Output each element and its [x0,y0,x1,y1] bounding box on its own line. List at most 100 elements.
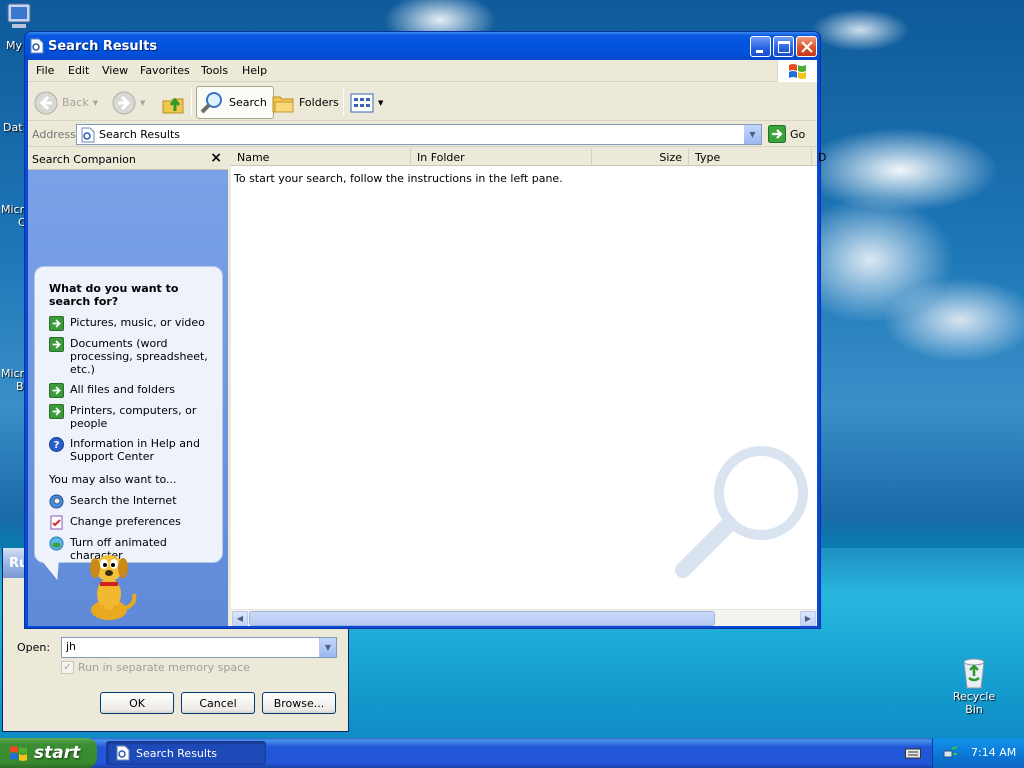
preferences-icon [50,515,63,530]
option-pictures-label: Pictures, music, or video [70,316,205,329]
magnifier-watermark-icon [675,446,808,578]
option-search-internet[interactable]: Search the Internet [49,494,219,509]
results-list[interactable]: Name In Folder Size Type D To start your… [231,148,826,626]
internet-search-icon [49,494,64,509]
option-pictures[interactable]: Pictures, music, or video [49,316,219,331]
help-question-icon: ? [49,437,64,452]
search-label: Search [229,96,267,109]
column-header-in-folder[interactable]: In Folder [411,148,592,166]
search-button[interactable]: Search [196,86,274,119]
run-open-input[interactable]: jh ▼ [61,637,337,658]
option-documents-label: Documents (word processing, spreadsheet,… [70,337,208,376]
option-printers[interactable]: Printers, computers, or people [49,404,219,430]
option-change-preferences[interactable]: Change preferences [49,515,219,530]
network-icon[interactable] [943,745,959,761]
menu-favorites[interactable]: Favorites [140,64,190,77]
menu-view[interactable]: View [102,64,128,77]
address-value: Search Results [99,128,181,141]
column-header-size[interactable]: Size [592,148,689,166]
also-want-label: You may also want to... [49,473,177,486]
search-icon [200,91,222,113]
option-printers-label: Printers, computers, or people [70,404,197,430]
desktop-label-b: B [16,380,24,393]
run-cancel-button[interactable]: Cancel [181,692,255,714]
forward-button[interactable]: ▼ [112,86,145,119]
run-separate-memory-label: Run in separate memory space [78,661,250,674]
run-browse-button[interactable]: Browse... [262,692,336,714]
bubble-tail [42,562,66,580]
close-button[interactable] [796,36,817,57]
folders-button[interactable]: Folders [271,86,339,119]
scroll-left-button[interactable]: ◀ [232,611,248,626]
run-separate-memory-option: ✓ Run in separate memory space [61,661,250,674]
animated-character-icon [49,536,64,551]
search-question: What do you want to search for? [49,282,179,308]
option-all-files-label: All files and folders [70,383,175,396]
search-dog-character-icon[interactable] [78,550,140,622]
option-all-files[interactable]: All files and folders [49,383,219,398]
menu-tools[interactable]: Tools [201,64,228,77]
start-button[interactable]: start [0,738,97,768]
scroll-right-button[interactable]: ▶ [800,611,816,626]
start-label: start [34,743,81,763]
search-window-icon [30,38,44,54]
results-list-header: Name In Folder Size Type D [231,148,826,166]
back-button[interactable]: Back ▼ [34,86,98,119]
toolbar-separator-2 [343,89,344,115]
windows-flag-icon [10,746,27,761]
window-client-area: File Edit View Favorites Tools Help Back… [28,60,826,626]
maximize-icon [778,41,790,53]
go-button[interactable]: Go [768,125,805,143]
computer-icon [7,3,31,28]
companion-close-icon[interactable]: × [210,150,222,166]
search-options-bubble: What do you want to search for? Pictures… [34,266,223,563]
column-header-name[interactable]: Name [231,148,411,166]
run-ok-button[interactable]: OK [100,692,174,714]
back-dropdown-icon: ▼ [92,98,99,107]
option-help-center[interactable]: ? Information in Help and Support Center [49,437,219,463]
maximize-button[interactable] [773,36,794,57]
views-dropdown-icon: ▼ [378,98,384,107]
scrollbar-thumb[interactable] [249,611,715,626]
horizontal-scrollbar[interactable]: ◀ ▶ [231,609,817,626]
go-label: Go [790,127,806,141]
menu-help[interactable]: Help [242,64,267,77]
menu-file[interactable]: File [36,64,54,77]
desktop-label-data: Dat [3,121,23,134]
companion-body: What do you want to search for? Pictures… [28,170,228,626]
up-folder-button[interactable] [161,86,185,119]
run-separate-memory-checkbox: ✓ [61,661,74,674]
svg-text:?: ? [54,440,60,451]
green-arrow-icon [49,316,64,331]
address-bar: Address Search Results ▼ Go [28,122,817,147]
column-header-type[interactable]: Type [689,148,812,166]
column-header-d[interactable]: D [812,148,832,166]
clock[interactable]: 7:14 AM [971,746,1016,759]
menu-edit[interactable]: Edit [68,64,89,77]
option-documents[interactable]: Documents (word processing, spreadsheet,… [49,337,219,376]
desktop-label-my: My [6,39,23,52]
minimize-button[interactable] [750,36,771,57]
search-results-window: Search Results File Edit View Favorites … [24,31,826,629]
forward-arrow-icon [112,91,136,114]
taskbar-item-label: Search Results [136,746,218,760]
taskbar: start Search Results 7:14 AM [0,738,1024,768]
taskbar-item-search-results[interactable]: Search Results [106,741,266,765]
run-open-label: Open: [17,641,51,654]
option-search-internet-label: Search the Internet [70,494,177,507]
option-help-center-label: Information in Help and Support Center [70,437,200,463]
address-dropdown-button[interactable]: ▼ [744,125,761,144]
run-open-dropdown-button[interactable]: ▼ [319,638,336,657]
keyboard-icon[interactable] [905,747,921,759]
desktop-icon-recycle-bin[interactable]: Recycle Bin [944,656,1004,716]
desktop-label-micr-1: Micr [1,203,25,216]
search-results-icon [81,127,95,143]
views-button[interactable]: ▼ [350,86,383,119]
address-input[interactable]: Search Results ▼ [76,124,762,145]
desktop-icon-my-computer[interactable] [2,2,32,32]
companion-title: Search Companion [32,153,136,166]
back-arrow-icon [34,91,58,114]
views-icon [350,93,374,112]
window-titlebar[interactable]: Search Results [25,32,820,60]
folders-label: Folders [299,96,339,109]
